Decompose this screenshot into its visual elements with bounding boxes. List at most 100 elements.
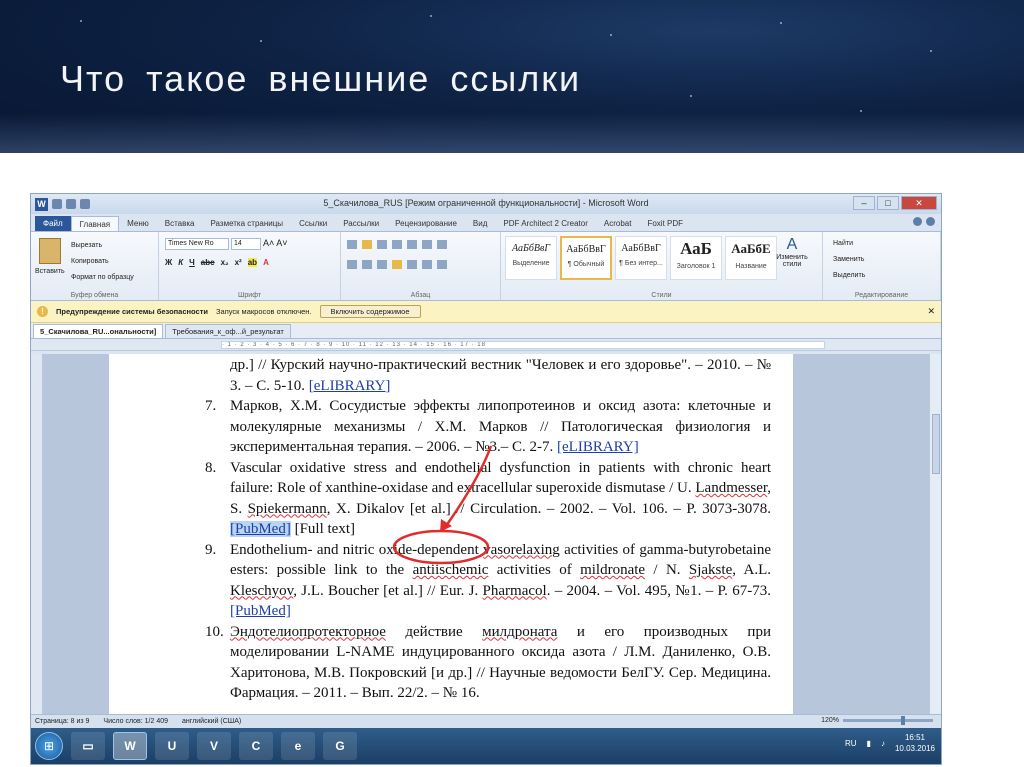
reference-text: Vascular oxidative stress and endothelia… xyxy=(230,459,771,497)
font-size-select[interactable]: 14 xyxy=(231,238,261,250)
close-button[interactable]: ✕ xyxy=(901,196,937,210)
volume-icon[interactable]: ♪ xyxy=(881,739,885,748)
paste-button[interactable]: Вставить xyxy=(35,268,65,275)
star xyxy=(860,110,862,112)
scroll-thumb[interactable] xyxy=(932,414,940,474)
tab-foxit[interactable]: Foxit PDF xyxy=(639,216,691,231)
document-tabs: 5_Скачилова_RU...ональности] Требования_… xyxy=(31,323,941,339)
page-count[interactable]: Страница: 8 из 9 xyxy=(35,718,89,725)
keyboard-language[interactable]: RU xyxy=(845,739,857,748)
justify-icon[interactable] xyxy=(392,260,402,269)
subscript-icon[interactable]: x₂ xyxy=(221,258,229,267)
tab-mailings[interactable]: Рассылки xyxy=(335,216,387,231)
chrome-icon[interactable]: C xyxy=(239,732,273,760)
word-taskbar-icon[interactable]: W xyxy=(113,732,147,760)
folder-icon[interactable]: ▭ xyxy=(71,732,105,760)
zoom-slider[interactable] xyxy=(843,716,933,725)
tab-view[interactable]: Вид xyxy=(465,216,495,231)
horizontal-ruler[interactable]: · 1 · 2 · 3 · 4 · 5 · 6 · 7 · 8 · 9 · 10… xyxy=(31,339,941,351)
tab-insert[interactable]: Вставка xyxy=(157,216,203,231)
language-indicator[interactable]: английский (США) xyxy=(182,718,241,725)
pdf-icon[interactable]: G xyxy=(323,732,357,760)
shading-icon[interactable] xyxy=(422,260,432,269)
superscript-icon[interactable]: x² xyxy=(235,258,242,267)
find-button[interactable]: Найти xyxy=(833,236,865,252)
grow-font-icon[interactable]: A˄ xyxy=(263,238,274,250)
increase-indent-icon[interactable] xyxy=(407,240,417,249)
tab-review[interactable]: Рецензирование xyxy=(387,216,465,231)
shrink-font-icon[interactable]: A˅ xyxy=(276,238,287,250)
select-button[interactable]: Выделить xyxy=(833,268,865,284)
zoom-control: 120% xyxy=(821,716,933,725)
external-link[interactable]: [PubMed] xyxy=(230,603,291,619)
zoom-level[interactable]: 120% xyxy=(821,717,839,724)
align-right-icon[interactable] xyxy=(377,260,387,269)
tab-menu[interactable]: Меню xyxy=(119,216,157,231)
pilcrow-icon[interactable] xyxy=(437,240,447,249)
external-link[interactable]: [eLIBRARY] xyxy=(557,439,639,455)
underline-icon[interactable]: Ч xyxy=(189,258,195,267)
change-styles-button[interactable]: A Изменить стили xyxy=(772,236,812,268)
copy-button[interactable]: Копировать xyxy=(71,254,134,270)
external-link[interactable]: [PubMed] xyxy=(230,521,291,537)
help-icon[interactable] xyxy=(913,217,922,226)
style-heading-1[interactable]: АаБ Заголовок 1 xyxy=(670,236,722,280)
ribbon-collapse-icon[interactable] xyxy=(926,217,935,226)
borders-icon[interactable] xyxy=(437,260,447,269)
styles-group: АаБбВвГ Выделение АаБбВвГ ¶ Обычный АаБб… xyxy=(501,232,823,300)
tab-page-layout[interactable]: Разметка страницы xyxy=(202,216,291,231)
vertical-scrollbar[interactable] xyxy=(929,354,941,714)
close-bar-icon[interactable]: ✕ xyxy=(927,306,935,317)
clock[interactable]: 16:51 10.03.2016 xyxy=(895,732,935,754)
multilevel-list-icon[interactable] xyxy=(377,240,387,249)
font-name-select[interactable]: Times New Ro xyxy=(165,238,229,250)
numbering-icon[interactable] xyxy=(362,240,372,249)
minimize-button[interactable]: – xyxy=(853,196,875,210)
ie-icon[interactable]: e xyxy=(281,732,315,760)
reference-item: др.] // Курский научно-практический вест… xyxy=(205,355,771,396)
network-icon[interactable]: ▮ xyxy=(867,739,871,748)
replace-button[interactable]: Заменить xyxy=(833,252,865,268)
enable-content-button[interactable]: Включить содержимое xyxy=(319,305,421,318)
tab-acrobat[interactable]: Acrobat xyxy=(596,216,640,231)
format-painter-button[interactable]: Формат по образцу xyxy=(71,270,134,286)
sort-icon[interactable] xyxy=(422,240,432,249)
change-styles-icon: A xyxy=(786,236,798,253)
maximize-button[interactable]: □ xyxy=(877,196,899,210)
strikethrough-icon[interactable]: abc xyxy=(201,258,215,267)
style-title[interactable]: АаБбЕ Название xyxy=(725,236,777,280)
highlight-icon[interactable]: ab xyxy=(247,258,258,267)
vertical-ruler[interactable] xyxy=(31,354,43,714)
document-page[interactable]: др.] // Курский научно-практический вест… xyxy=(109,354,793,714)
doc-tab-active[interactable]: 5_Скачилова_RU...ональности] xyxy=(33,324,164,338)
star xyxy=(690,95,692,97)
star xyxy=(930,50,932,52)
align-left-icon[interactable] xyxy=(347,260,357,269)
bullets-icon[interactable] xyxy=(347,240,357,249)
start-button[interactable]: ⊞ xyxy=(35,732,63,760)
tab-pdf-architect[interactable]: PDF Architect 2 Creator xyxy=(495,216,595,231)
cut-button[interactable]: Вырезать xyxy=(71,238,134,254)
tab-home[interactable]: Главная xyxy=(70,216,120,231)
torrent-icon[interactable]: U xyxy=(155,732,189,760)
external-link[interactable]: [eLIBRARY] xyxy=(309,378,391,394)
align-center-icon[interactable] xyxy=(362,260,372,269)
style-name: ¶ Без интер... xyxy=(619,260,663,267)
bold-icon[interactable]: Ж xyxy=(165,258,172,267)
security-warning-message: Запуск макросов отключен. xyxy=(216,307,312,316)
tab-file[interactable]: Файл xyxy=(35,216,71,231)
decrease-indent-icon[interactable] xyxy=(392,240,402,249)
tab-references[interactable]: Ссылки xyxy=(291,216,335,231)
line-spacing-icon[interactable] xyxy=(407,260,417,269)
document-area: др.] // Курский научно-практический вест… xyxy=(31,354,941,714)
viber-icon[interactable]: V xyxy=(197,732,231,760)
style-no-spacing[interactable]: АаБбВвГ ¶ Без интер... xyxy=(615,236,667,280)
doc-tab[interactable]: Требования_к_оф...й_результат xyxy=(165,324,291,338)
font-color-icon[interactable]: A xyxy=(263,258,269,267)
zoom-knob[interactable] xyxy=(901,716,905,725)
word-count[interactable]: Число слов: 1/2 409 xyxy=(103,718,168,725)
italic-icon[interactable]: К xyxy=(178,258,183,267)
style-emphasis[interactable]: АаБбВвГ Выделение xyxy=(505,236,557,280)
style-normal[interactable]: АаБбВвГ ¶ Обычный xyxy=(560,236,612,280)
paste-icon[interactable] xyxy=(39,238,61,264)
